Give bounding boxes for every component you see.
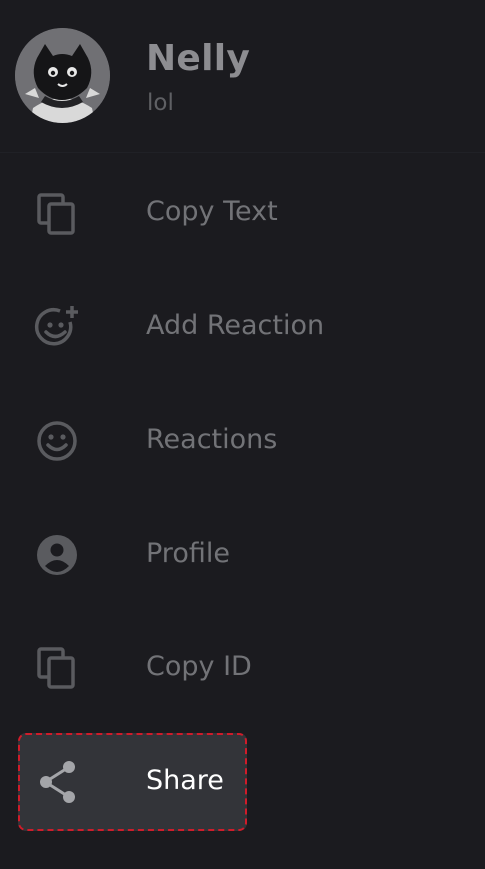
menu-label: Profile xyxy=(146,538,230,569)
avatar[interactable] xyxy=(15,28,110,123)
user-name: Nelly xyxy=(146,38,251,79)
add-reaction-icon xyxy=(34,304,80,350)
menu-item-copy-id[interactable]: Copy ID xyxy=(0,618,485,718)
user-header: Nelly lol xyxy=(0,0,485,153)
menu-item-share[interactable]: Share xyxy=(18,733,247,831)
menu-item-profile[interactable]: Profile xyxy=(0,505,485,605)
user-status: lol xyxy=(147,90,174,116)
share-icon xyxy=(35,759,81,805)
cat-avatar-icon xyxy=(15,28,110,123)
menu-label: Copy Text xyxy=(146,196,278,227)
menu-item-add-reaction[interactable]: Add Reaction xyxy=(0,277,485,377)
copy-icon xyxy=(34,645,80,691)
menu-item-copy-text[interactable]: Copy Text xyxy=(0,163,485,263)
menu-label: Share xyxy=(146,765,224,796)
menu-label: Add Reaction xyxy=(146,310,325,341)
emoji-icon xyxy=(34,418,80,464)
message-actions-sheet: Nelly lol Copy Text Add Reaction Reactio… xyxy=(0,0,485,869)
menu-item-reactions[interactable]: Reactions xyxy=(0,391,485,491)
menu-label: Reactions xyxy=(146,424,278,455)
menu-label: Copy ID xyxy=(146,651,252,682)
copy-icon xyxy=(34,191,80,237)
profile-icon xyxy=(34,532,80,578)
